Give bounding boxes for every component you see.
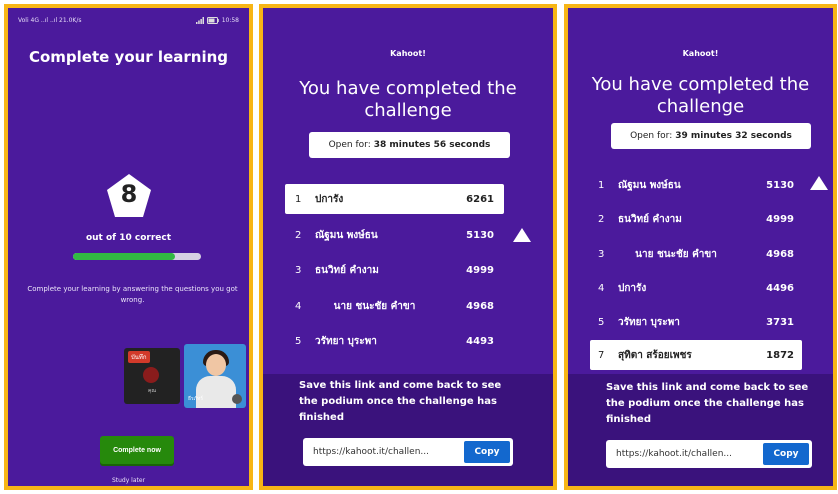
challenge-panel-1: Kahoot! You have completed the challenge… (259, 4, 557, 490)
score-summary: out of 10 correct (85, 233, 172, 243)
row-name: สุทิตา สร้อยเพชร (618, 349, 692, 361)
row-score: 4968 (466, 300, 494, 312)
score-value: 8 (120, 180, 138, 208)
avatar (143, 367, 159, 383)
leaderboard-row: 5 วรัทยา บุระพา 3731 (590, 307, 802, 337)
leaderboard-row: 4 ปการัง 4496 (590, 273, 802, 303)
status-left: Voli 4G ..ıl ..ıl 21.0K/s (18, 16, 82, 24)
save-link-footer: Save this link and come back to see the … (263, 374, 553, 486)
row-rank: 1 (295, 193, 302, 205)
footer-message: Save this link and come back to see the … (299, 380, 502, 423)
challenge-title: You have completed the challenge (591, 74, 810, 117)
open-for-value: 39 minutes 32 seconds (675, 131, 792, 141)
video-tile-participant-name: ธีรภัทร์ (188, 396, 204, 402)
row-rank: 4 (598, 282, 605, 294)
participant-face (206, 354, 226, 376)
row-score: 1872 (766, 349, 794, 361)
leaderboard-row: 3 นาย ชนะชัย คำขา 4968 (590, 236, 802, 272)
kahoot-logo: Kahoot! (390, 49, 426, 58)
row-name: ปการัง (618, 282, 647, 294)
challenge-title: You have completed the challenge (299, 78, 517, 121)
row-name: ณัฐมน พงษ์ธน (618, 179, 681, 191)
leaderboard-row: 1 ปการัง 6261 (285, 184, 504, 214)
challenge-link-field[interactable]: https://kahoot.it/challen... Copy (303, 438, 513, 466)
up-arrow-icon (513, 228, 531, 242)
row-name: วรัทยา บุระพา (618, 316, 680, 328)
row-rank: 2 (598, 213, 605, 225)
row-score: 4493 (466, 335, 494, 347)
row-name: นาย ชนะชัย คำขา (333, 300, 416, 312)
open-for-label: Open for: (630, 131, 673, 141)
open-for-box: Open for: 39 minutes 32 seconds (611, 123, 811, 149)
row-name: วรัทยา บุระพา (315, 335, 377, 347)
video-tile-self[interactable]: บันทึก คุณ (124, 348, 180, 404)
row-score: 6261 (466, 193, 494, 205)
leaderboard-row: 2 ณัฐมน พงษ์ธน 5130 (285, 220, 504, 250)
leaderboard-row: 1 ณัฐมน พงษ์ธน 5130 (590, 170, 802, 200)
participant-body (196, 376, 236, 408)
row-rank: 4 (295, 300, 302, 312)
score-progress-fill (73, 253, 176, 260)
open-for-value: 38 minutes 56 seconds (373, 140, 491, 150)
row-rank: 5 (598, 316, 605, 328)
leaderboard-row: 4 นาย ชนะชัย คำขา 4968 (285, 288, 504, 324)
status-bar: Voli 4G ..ıl ..ıl 21.0K/s 10:58 (18, 14, 239, 26)
kahoot-logo: Kahoot! (682, 49, 719, 58)
row-name: นาย ชนะชัย คำขา (635, 248, 717, 260)
row-name: ธนวิทย์ คำงาม (315, 264, 379, 276)
score-progress-bar (73, 253, 201, 260)
challenge-link-text[interactable]: https://kahoot.it/challen... (616, 449, 763, 459)
battery-icon (206, 16, 219, 24)
leaderboard-row: 3 ธนวิทย์ คำงาม 4999 (285, 255, 504, 285)
challenge-link-field[interactable]: https://kahoot.it/challen... Copy (606, 440, 812, 468)
leaderboard-row: 2 ธนวิทย์ คำงาม 4999 (590, 204, 802, 234)
row-score: 5130 (466, 229, 494, 241)
row-name: ธนวิทย์ คำงาม (618, 213, 682, 225)
row-score: 3731 (766, 316, 794, 328)
complete-now-button[interactable]: Complete now (100, 436, 174, 464)
row-rank: 3 (598, 248, 605, 260)
copy-button[interactable]: Copy (464, 441, 510, 463)
row-rank: 1 (598, 179, 605, 191)
status-time: 10:58 (221, 16, 239, 24)
leaderboard-row: 7 สุทิตา สร้อยเพชร 1872 (590, 340, 802, 370)
copy-button[interactable]: Copy (763, 443, 809, 465)
page-title: Complete your learning (28, 48, 228, 66)
learning-panel: Voli 4G ..ıl ..ıl 21.0K/s 10:58 Complete… (4, 4, 253, 490)
learning-description: Complete your learning by answering the … (27, 285, 238, 304)
footer-message: Save this link and come back to see the … (606, 382, 809, 425)
study-later-link[interactable]: Study later (8, 477, 249, 484)
video-tile-self-name: คุณ (148, 388, 156, 394)
row-rank: 2 (295, 229, 302, 241)
row-score: 4999 (766, 213, 794, 225)
row-name: ปการัง (315, 193, 344, 205)
row-rank: 5 (295, 335, 302, 347)
challenge-panel-2: Kahoot! You have completed the challenge… (564, 4, 837, 490)
video-tile-participant[interactable]: ธีรภัทร์ (184, 344, 246, 408)
up-arrow-icon (810, 176, 828, 190)
row-name: ณัฐมน พงษ์ธน (315, 229, 378, 241)
open-for-label: Open for: (328, 140, 371, 150)
leaderboard-row: 5 วรัทยา บุระพา 4493 (285, 326, 504, 356)
row-score: 5130 (766, 179, 794, 191)
row-rank: 3 (295, 264, 302, 276)
record-badge: บันทึก (128, 351, 150, 363)
challenge-link-text[interactable]: https://kahoot.it/challen... (313, 447, 464, 457)
save-link-footer: Save this link and come back to see the … (568, 374, 833, 486)
row-score: 4968 (766, 248, 794, 260)
open-for-box: Open for: 38 minutes 56 seconds (309, 132, 510, 158)
row-score: 4496 (766, 282, 794, 294)
edit-icon[interactable] (232, 394, 242, 404)
signal-icon (195, 16, 204, 24)
row-score: 4999 (466, 264, 494, 276)
row-rank: 7 (598, 349, 605, 361)
